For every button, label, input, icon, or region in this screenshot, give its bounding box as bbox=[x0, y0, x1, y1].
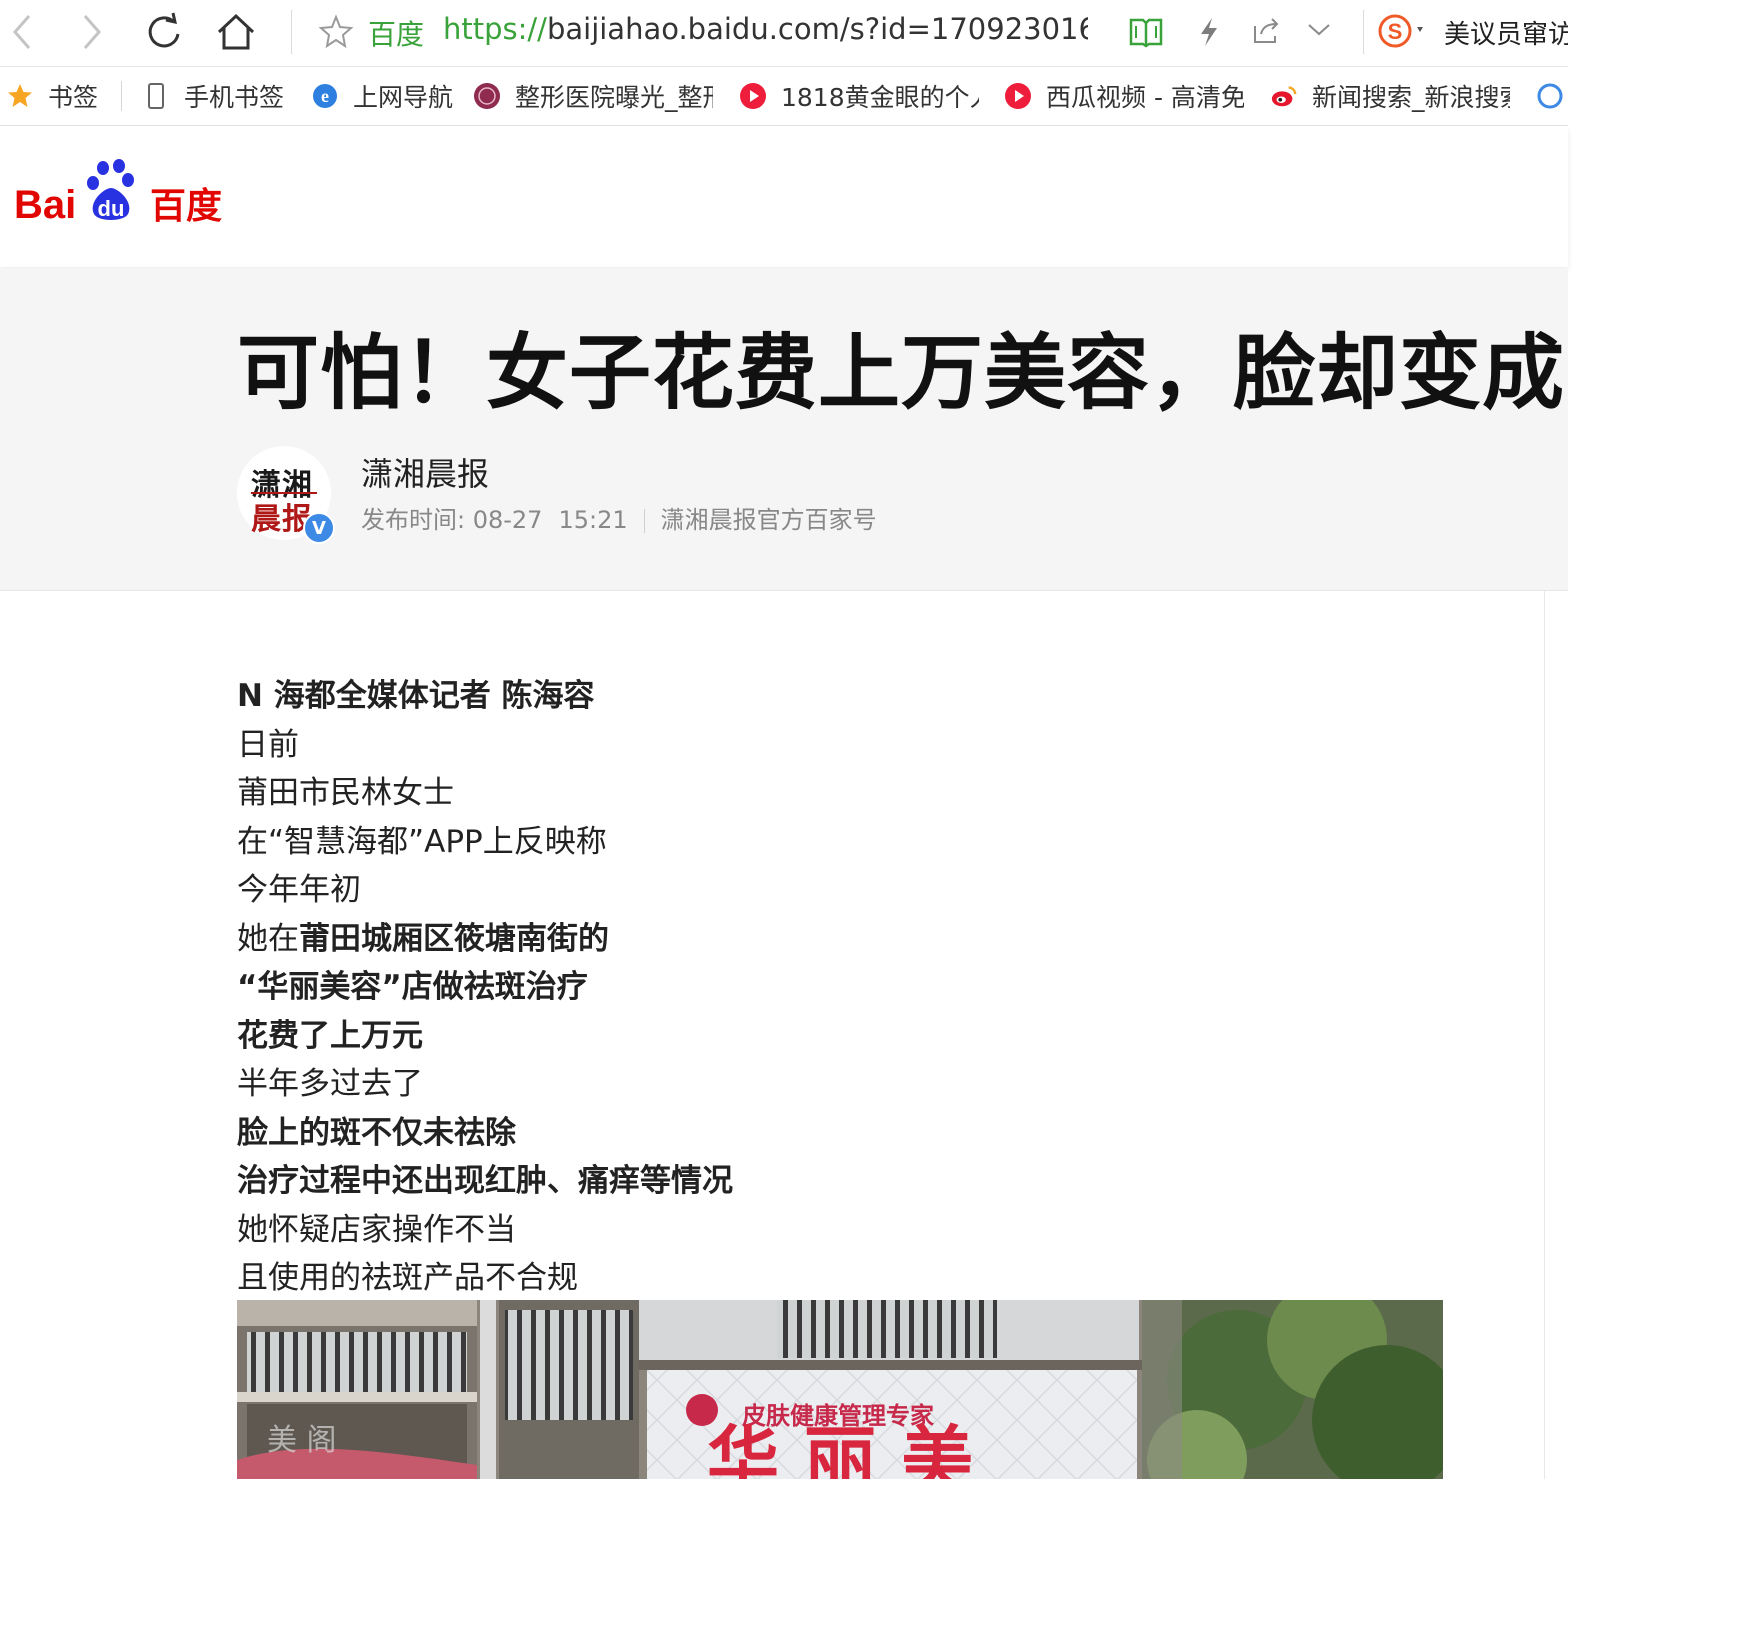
logo-cn: 百度 bbox=[150, 186, 222, 227]
site-identity[interactable]: 百度 bbox=[368, 13, 424, 53]
bookmark-label: 手机书签 bbox=[184, 83, 285, 112]
svg-text:S: S bbox=[1388, 19, 1403, 44]
weibo-icon bbox=[1270, 82, 1298, 110]
body-line: 在“智慧海都”APP上反映称 bbox=[237, 823, 607, 860]
back-button[interactable] bbox=[0, 6, 48, 58]
body-line: 脸上的斑不仅未祛除 bbox=[237, 1114, 516, 1151]
hospital-badge-icon bbox=[473, 82, 501, 110]
bookmark-label: 1818黄金眼的个人 bbox=[781, 83, 979, 112]
body-line: 莆田市民林女士 bbox=[237, 775, 454, 811]
svg-text:e: e bbox=[321, 86, 329, 106]
publish-date: 发布时间: 08-27 bbox=[361, 506, 543, 534]
browser-toolbar: 百度 https://baijiahao.baidu.com/s?id=1709… bbox=[0, 0, 1568, 67]
play-icon bbox=[739, 82, 767, 110]
site-header: Bai du 百度 bbox=[0, 126, 1568, 267]
bookmark-item[interactable] bbox=[1536, 67, 1568, 125]
body-line: 日前 bbox=[237, 726, 299, 763]
bookmark-item[interactable]: e 上网导航 bbox=[311, 67, 456, 125]
bookmark-label: 上网导航 bbox=[353, 83, 454, 112]
book-icon bbox=[1129, 18, 1163, 48]
bookmark-page-button[interactable] bbox=[318, 14, 354, 54]
baidu-paw-logo-icon: Bai du 百度 bbox=[14, 159, 222, 227]
body-line: 半年多过去了 bbox=[237, 1066, 423, 1102]
article-photo[interactable]: 美 阁 皮肤健康管理专家 华 丽 美 bbox=[237, 1300, 1443, 1479]
speed-mode-button[interactable] bbox=[1196, 16, 1222, 52]
bookmark-separator bbox=[121, 81, 122, 111]
bookmark-item[interactable]: 新闻搜索_新浪搜索 bbox=[1270, 67, 1510, 125]
bookmarks-bar: 书签 手机书签 e 上网导航 整形医院曝光_整形 1818黄金眼的个人 西瓜视频… bbox=[0, 67, 1568, 126]
storefront-image: 美 阁 皮肤健康管理专家 华 丽 美 bbox=[237, 1300, 1443, 1479]
bookmark-item[interactable]: 书签 bbox=[6, 67, 116, 125]
publish-time: 15:21 bbox=[558, 506, 628, 534]
back-arrow-icon bbox=[13, 15, 31, 49]
body-line: 且使用的祛斑产品不合规 bbox=[237, 1260, 578, 1296]
sogou-search-icon: S bbox=[1378, 14, 1423, 48]
body-line: “华丽美容”店做祛斑治疗 bbox=[237, 969, 588, 1005]
body-line: 治疗过程中还出现红肿、痛痒等情况 bbox=[237, 1163, 733, 1199]
play-icon bbox=[1004, 82, 1032, 110]
byline: N 海都全媒体记者 陈海容 bbox=[237, 678, 595, 714]
url-scheme: https:// bbox=[443, 12, 547, 46]
body-text-bold: 莆田城厢区筱塘南街的 bbox=[299, 920, 609, 957]
baidu-logo[interactable]: Bai du 百度 bbox=[14, 156, 229, 232]
phone-icon bbox=[142, 82, 170, 110]
reload-button[interactable] bbox=[138, 6, 190, 58]
bookmark-label: 新闻搜索_新浪搜索 bbox=[1312, 83, 1510, 112]
lightning-icon bbox=[1201, 18, 1217, 46]
home-icon bbox=[217, 13, 255, 50]
home-button[interactable] bbox=[210, 6, 262, 58]
forward-arrow-icon bbox=[83, 15, 101, 49]
account-description: 潇湘晨报官方百家号 bbox=[660, 506, 877, 534]
verified-badge-icon: V bbox=[303, 512, 335, 544]
bookmark-label: 书签 bbox=[48, 83, 99, 112]
bookmark-item[interactable]: 西瓜视频 - 高清免 bbox=[1004, 67, 1244, 125]
url-path: baijiahao.baidu.com/s?id=17092301617 bbox=[546, 12, 1088, 46]
meta-divider bbox=[643, 509, 645, 533]
toolbar-divider bbox=[1363, 10, 1364, 54]
article-body: N 海都全媒体记者 陈海容 日前 莆田市民林女士 在“智慧海都”APP上反映称 … bbox=[237, 672, 733, 1303]
star-icon bbox=[6, 82, 34, 110]
article-header: 可怕！女子花费上万美容，脸却变成… 潇湘 晨报 V 潇湘晨报 发布时间: 08-… bbox=[0, 268, 1568, 591]
share-icon bbox=[1254, 18, 1279, 43]
star-outline-icon bbox=[318, 14, 354, 49]
body-line: 花费了上万元 bbox=[237, 1017, 423, 1054]
logo-du: du bbox=[98, 196, 125, 221]
author-name[interactable]: 潇湘晨报 bbox=[361, 449, 489, 495]
search-box[interactable]: 美议员窜访 bbox=[1444, 14, 1568, 51]
author-avatar[interactable]: 潇湘 晨报 V bbox=[237, 446, 335, 544]
shop-sign-left: 美 阁 bbox=[267, 1423, 337, 1458]
bookmark-item[interactable]: 整形医院曝光_整形 bbox=[473, 67, 713, 125]
chevron-down-icon bbox=[1308, 24, 1330, 36]
article-title: 可怕！女子花费上万美容，脸却变成… bbox=[237, 326, 1568, 421]
toolbar-divider bbox=[291, 10, 292, 54]
reload-icon bbox=[148, 12, 180, 48]
share-button[interactable] bbox=[1251, 16, 1281, 50]
address-dropdown-button[interactable] bbox=[1306, 22, 1332, 42]
body-text: 她在 bbox=[237, 920, 299, 957]
bookmark-label: 整形医院曝光_整形 bbox=[515, 83, 713, 112]
content-border bbox=[1544, 591, 1545, 1479]
search-engine-selector[interactable]: S bbox=[1377, 13, 1433, 53]
body-line: 今年年初 bbox=[237, 872, 361, 908]
publish-meta: 发布时间: 08-27 15:21 潇湘晨报官方百家号 bbox=[361, 500, 877, 535]
ie-icon: e bbox=[311, 82, 339, 110]
body-line: 她怀疑店家操作不当 bbox=[237, 1211, 516, 1248]
more-icon bbox=[1536, 82, 1564, 110]
reader-mode-button[interactable] bbox=[1128, 16, 1164, 52]
logo-bai: Bai bbox=[14, 183, 76, 227]
bookmark-label: 西瓜视频 - 高清免 bbox=[1046, 83, 1244, 112]
bookmark-item[interactable]: 手机书签 bbox=[142, 67, 292, 125]
body-line: 她在莆田城厢区筱塘南街的 bbox=[237, 915, 733, 964]
shop-sign-big: 华 丽 美 bbox=[707, 1418, 973, 1479]
address-bar[interactable]: https://baijiahao.baidu.com/s?id=1709230… bbox=[443, 12, 1088, 46]
forward-button[interactable] bbox=[66, 6, 118, 58]
bookmark-item[interactable]: 1818黄金眼的个人 bbox=[739, 67, 979, 125]
